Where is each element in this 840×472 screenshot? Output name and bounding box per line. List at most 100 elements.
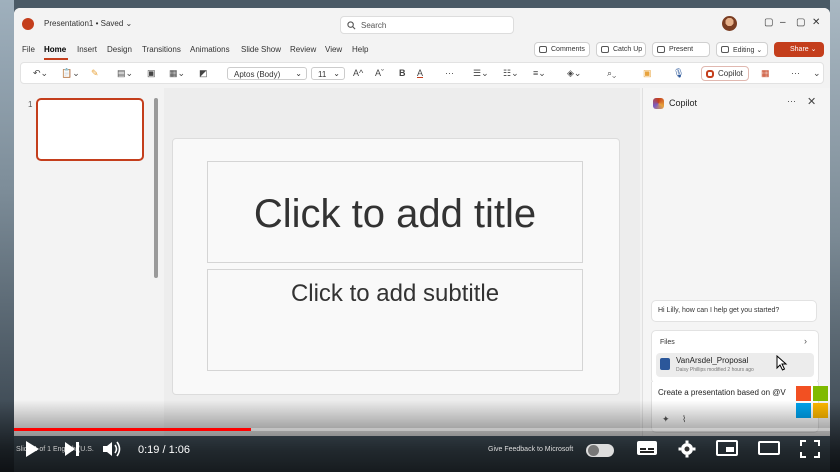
slide-canvas[interactable]: Click to add title Click to add subtitle <box>172 138 620 395</box>
play-icon[interactable] <box>24 440 40 458</box>
file-name: VanArsdel_Proposal <box>676 356 749 365</box>
ribbon-collapse-icon[interactable]: ⌄ <box>813 68 821 79</box>
comments-label: Comments <box>551 46 585 53</box>
chevron-down-icon: ⌄ <box>333 69 340 78</box>
prompt-text: Create a presentation based on @V <box>658 388 786 397</box>
editing-label: Editing ⌄ <box>733 47 763 54</box>
search-box[interactable]: Search <box>340 16 514 34</box>
files-label: Files <box>660 339 675 346</box>
copilot-logo-icon <box>653 98 664 109</box>
user-avatar[interactable] <box>722 16 737 31</box>
font-color-button[interactable]: A <box>417 68 423 78</box>
chevron-right-icon[interactable]: › <box>804 336 807 346</box>
numbering-icon[interactable]: ☷⌄ <box>503 68 519 79</box>
dictate-icon[interactable]: 🎙 <box>673 68 684 79</box>
title-bar: Presentation1 • Saved ⌄ Search ▢ – ▢ ✕ <box>14 8 830 40</box>
slide-thumbnail[interactable] <box>36 98 144 161</box>
tab-slide-show[interactable]: Slide Show <box>241 45 281 54</box>
present-button[interactable]: Present <box>652 42 710 57</box>
home-ribbon: ↶⌄ 📋⌄ ✎ ▤⌄ ▣ ▦⌄ ◩ Aptos (Body) ⌄ 11 ⌄ A^ A… <box>20 62 824 84</box>
settings-gear-icon[interactable] <box>678 440 696 458</box>
word-file-icon <box>660 358 670 370</box>
video-time: 0:19 / 1:06 <box>138 444 190 456</box>
bullets-icon[interactable]: ☰⌄ <box>473 68 489 79</box>
font-family-select[interactable]: Aptos (Body) ⌄ <box>227 67 307 80</box>
reuse-slides-icon[interactable]: ▣ <box>147 68 156 79</box>
comments-button[interactable]: Comments <box>534 42 590 57</box>
miniplayer-icon[interactable] <box>716 440 738 456</box>
search-label: Search <box>361 21 387 30</box>
share-button[interactable]: Share ⌄ <box>774 42 824 57</box>
shapes-icon[interactable]: ◈⌄ <box>567 68 581 79</box>
font-size-select[interactable]: 11 ⌄ <box>311 67 345 80</box>
align-icon[interactable]: ≡⌄ <box>533 68 546 79</box>
slide-editing-area: Click to add title Click to add subtitle <box>164 88 640 436</box>
theater-mode-icon[interactable] <box>758 440 780 456</box>
active-tab-indicator <box>44 58 68 60</box>
catch-up-icon <box>601 46 609 53</box>
font-family-value: Aptos (Body) <box>234 70 281 79</box>
fullscreen-icon[interactable] <box>800 440 820 458</box>
tab-insert[interactable]: Insert <box>77 45 97 54</box>
undo-icon[interactable]: ↶⌄ <box>33 68 48 79</box>
title-placeholder[interactable]: Click to add title <box>207 161 583 263</box>
grow-font-button[interactable]: A^ <box>353 68 363 78</box>
search-icon <box>347 21 356 30</box>
pencil-icon <box>721 46 729 53</box>
find-icon[interactable]: ⌕⌄ <box>607 68 616 79</box>
close-icon[interactable]: ✕ <box>807 95 816 108</box>
autoplay-toggle[interactable] <box>586 444 614 457</box>
tab-file[interactable]: File <box>22 45 35 54</box>
shrink-font-button[interactable]: Aˇ <box>375 68 384 78</box>
editing-mode-button[interactable]: Editing ⌄ <box>716 42 768 57</box>
tab-home[interactable]: Home <box>44 45 66 54</box>
tab-review[interactable]: Review <box>290 45 316 54</box>
catch-up-label: Catch Up <box>613 46 643 53</box>
tab-view[interactable]: View <box>325 45 342 54</box>
more-icon[interactable]: ··· <box>787 96 796 106</box>
paste-icon[interactable]: 📋⌄ <box>61 68 80 79</box>
thumbnail-scrollbar[interactable] <box>154 98 158 278</box>
format-painter-icon[interactable]: ✎ <box>91 68 99 79</box>
ribbon-display-icon[interactable]: ▢ <box>764 17 773 28</box>
present-label: Present <box>669 46 694 53</box>
logo-square-red <box>796 386 811 401</box>
subtitle-placeholder[interactable]: Click to add subtitle <box>207 269 583 371</box>
copilot-pane: Copilot ··· ✕ Hi Lilly, how can I help g… <box>642 88 830 436</box>
design-picture-icon[interactable]: ◩ <box>199 68 208 79</box>
logo-square-green <box>813 386 828 401</box>
more-options-icon[interactable]: ··· <box>791 68 800 78</box>
copilot-greeting: Hi Lilly, how can I help get you started… <box>651 300 817 322</box>
copilot-button-label: Copilot <box>718 69 743 78</box>
more-font-options[interactable]: ··· <box>445 68 454 78</box>
designer-icon[interactable]: ▦ <box>761 68 770 79</box>
chevron-down-icon: ⌄ <box>295 69 302 78</box>
document-title[interactable]: Presentation1 • Saved ⌄ <box>44 19 132 28</box>
tab-transitions[interactable]: Transitions <box>142 45 181 54</box>
bold-button[interactable]: B <box>399 68 406 78</box>
close-icon[interactable]: ✕ <box>812 17 820 28</box>
subtitles-icon[interactable] <box>636 440 658 456</box>
catch-up-button[interactable]: Catch Up <box>596 42 646 57</box>
layout-icon[interactable]: ▦⌄ <box>169 68 185 79</box>
feedback-link[interactable]: Give Feedback to Microsoft <box>488 446 573 453</box>
next-icon[interactable] <box>64 440 80 458</box>
tab-design[interactable]: Design <box>107 45 132 54</box>
powerpoint-logo-icon <box>22 18 34 30</box>
files-suggestion-popup: Files › VanArsdel_Proposal Daisy Phillip… <box>651 330 819 384</box>
maximize-icon[interactable]: ▢ <box>796 17 805 28</box>
add-in-icon[interactable]: ▣ <box>643 68 652 79</box>
share-label: Share ⌄ <box>790 46 817 53</box>
video-progress-bar[interactable] <box>14 428 830 431</box>
new-slide-icon[interactable]: ▤⌄ <box>117 68 133 79</box>
copilot-ribbon-button[interactable]: Copilot <box>701 66 749 81</box>
copilot-icon <box>706 70 714 78</box>
minimize-icon[interactable]: – <box>780 17 786 28</box>
file-suggestion-item[interactable]: VanArsdel_Proposal Daisy Phillips modifi… <box>656 353 814 377</box>
tab-animations[interactable]: Animations <box>190 45 230 54</box>
tab-help[interactable]: Help <box>352 45 368 54</box>
mouse-pointer-icon <box>776 355 788 371</box>
volume-icon[interactable] <box>102 440 122 458</box>
video-player-overlay <box>0 400 840 472</box>
copilot-pane-title: Copilot <box>669 98 698 108</box>
